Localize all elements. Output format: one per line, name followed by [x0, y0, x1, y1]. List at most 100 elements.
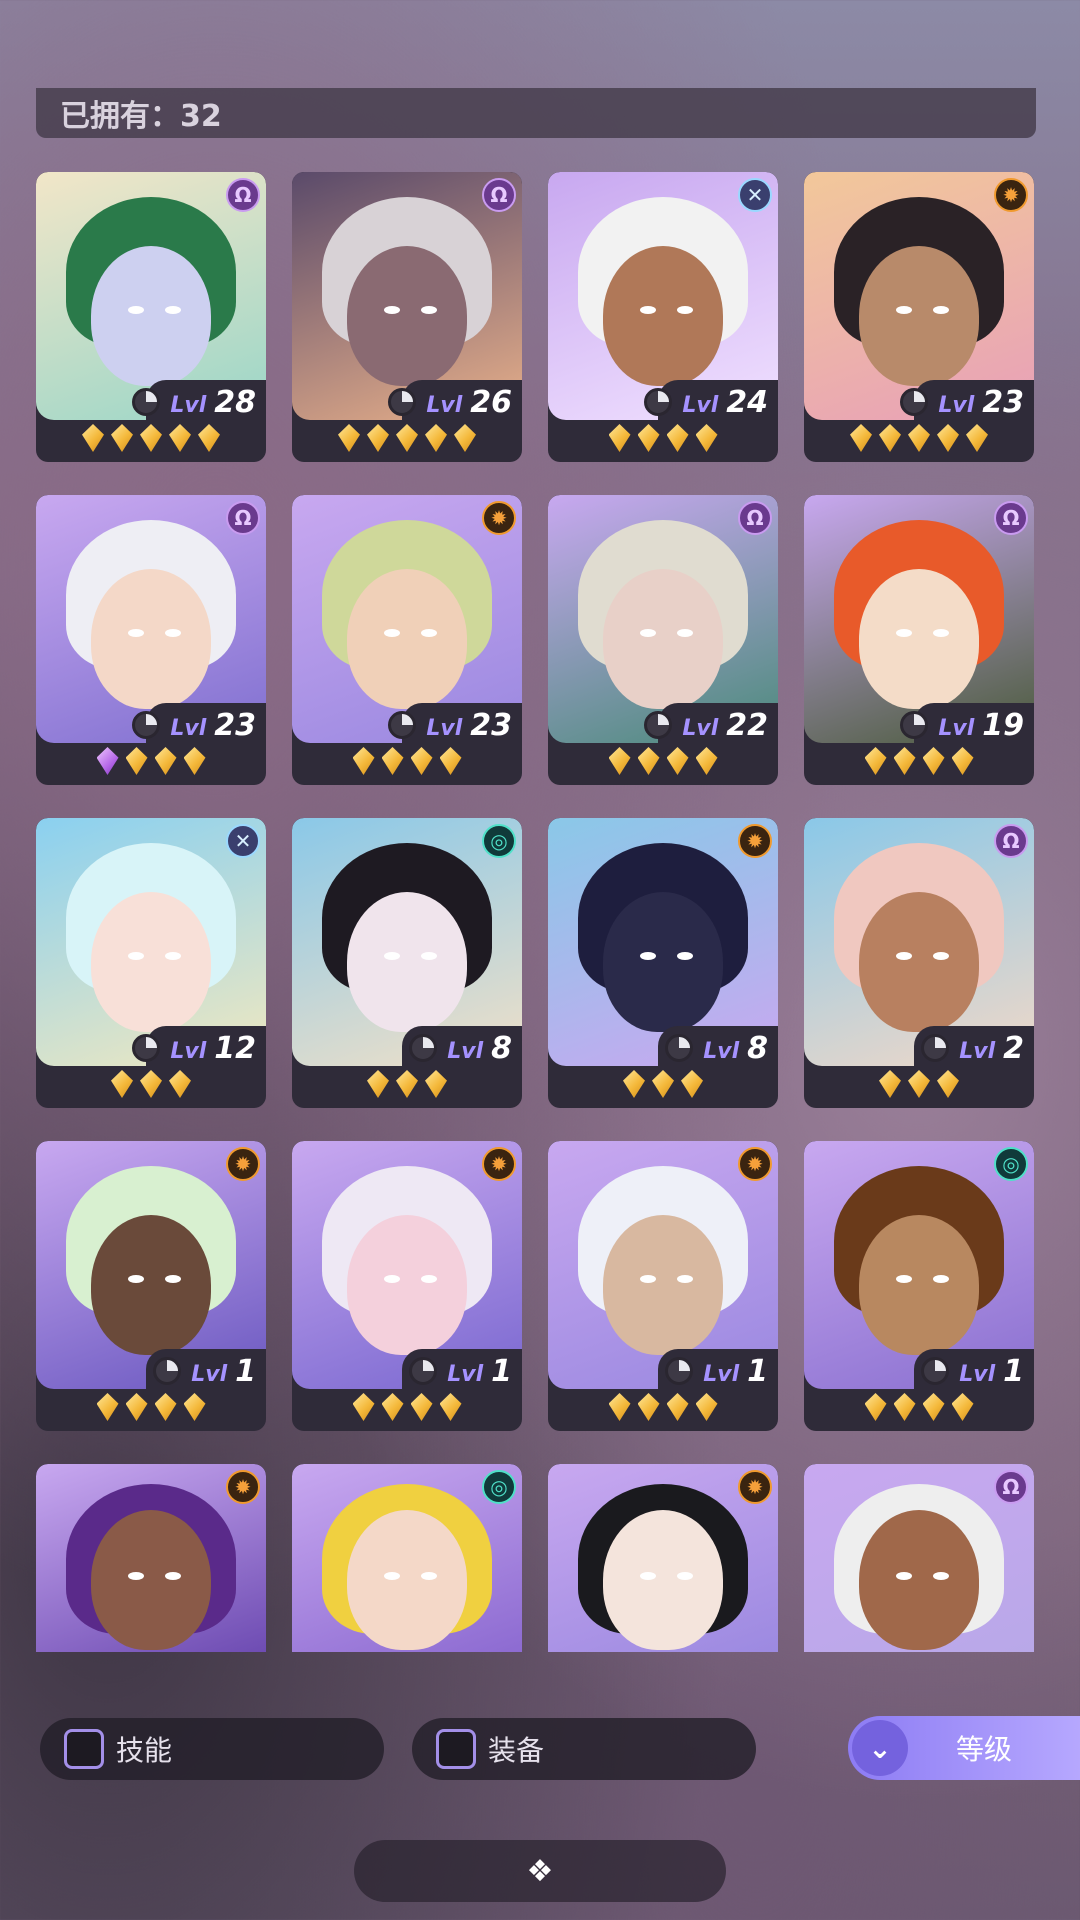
- star-gem-icon: [367, 1070, 389, 1098]
- hero-eye: [676, 951, 693, 960]
- star-gem-icon: [125, 1393, 148, 1421]
- hero-eye: [640, 628, 656, 637]
- hero-star-rating: [804, 1066, 1034, 1102]
- hero-card[interactable]: Ω Lvl 26: [292, 172, 522, 462]
- level-number: 8: [491, 1030, 512, 1066]
- level-row: Lvl 23: [36, 705, 266, 745]
- hero-card[interactable]: Ω Lvl 19: [804, 495, 1034, 785]
- skill-filter-toggle[interactable]: 技能: [40, 1718, 384, 1780]
- hero-card[interactable]: ✹ Lvl 1: [292, 1141, 522, 1431]
- hero-card[interactable]: ✹ Lvl 23: [292, 495, 522, 785]
- sort-label: 等级: [956, 1733, 1013, 1766]
- star-gem-icon: [666, 1393, 689, 1421]
- moon-arc-icon: Ω: [482, 178, 516, 212]
- star-gem-icon: [637, 424, 660, 452]
- star-gem-icon: [169, 1070, 191, 1098]
- star-gem-icon: [410, 747, 433, 775]
- hero-eye: [896, 1274, 912, 1283]
- star-gem-icon: [154, 1393, 177, 1421]
- hero-face: [347, 1214, 467, 1355]
- star-gem-icon: [439, 747, 462, 775]
- hero-level: Lvl 1: [959, 1354, 1024, 1389]
- level-number: 22: [726, 707, 768, 743]
- hero-card[interactable]: ✹: [36, 1464, 266, 1652]
- equipment-filter-toggle[interactable]: 装备: [412, 1718, 756, 1780]
- hero-card[interactable]: Ω: [804, 1464, 1034, 1652]
- level-prefix: Lvl: [426, 715, 463, 741]
- diamond-cluster-icon: ❖: [526, 1853, 554, 1889]
- skill-filter-label: 技能: [116, 1734, 173, 1767]
- hero-card[interactable]: ✹ Lvl 8: [548, 818, 778, 1108]
- sun-gear-icon: ✹: [738, 1147, 772, 1181]
- hero-face: [859, 568, 979, 709]
- moon-arc-icon: Ω: [994, 501, 1028, 535]
- hero-card[interactable]: Ω Lvl 22: [548, 495, 778, 785]
- cross-circle-icon: ✕: [738, 178, 772, 212]
- star-gem-icon: [367, 424, 389, 452]
- hero-card[interactable]: ✹: [548, 1464, 778, 1652]
- hero-card[interactable]: ✹ Lvl 1: [548, 1141, 778, 1431]
- star-gem-icon: [410, 1393, 433, 1421]
- star-gem-icon: [198, 424, 220, 452]
- level-row: Lvl 12: [36, 1028, 266, 1068]
- hero-level: Lvl 1: [191, 1354, 256, 1389]
- level-row: Lvl 24: [548, 382, 778, 422]
- hero-eye: [128, 1274, 144, 1283]
- level-prefix: Lvl: [959, 1361, 996, 1387]
- exp-progress-icon: [132, 711, 161, 739]
- hero-eye: [676, 628, 693, 637]
- hero-card[interactable]: ✕ Lvl 12: [36, 818, 266, 1108]
- level-number: 23: [214, 707, 256, 743]
- hero-eye: [164, 951, 181, 960]
- hero-face: [347, 245, 467, 386]
- owned-count-bar: 已拥有：32: [36, 88, 1036, 138]
- star-gem-icon: [864, 747, 887, 775]
- collapse-panel-button[interactable]: ❖: [354, 1840, 726, 1902]
- level-row: Lvl 23: [804, 382, 1034, 422]
- star-gem-icon: [169, 424, 191, 452]
- star-gem-icon: [951, 1393, 974, 1421]
- hero-eye: [640, 951, 656, 960]
- star-gem-icon: [908, 1070, 930, 1098]
- hero-card[interactable]: ◎ Lvl 8: [292, 818, 522, 1108]
- hero-card[interactable]: Ω Lvl 2: [804, 818, 1034, 1108]
- hero-face: [91, 245, 211, 386]
- hero-star-rating: [548, 1066, 778, 1102]
- checkbox-icon[interactable]: [64, 1729, 104, 1769]
- hero-face: [91, 891, 211, 1032]
- hero-star-rating: [804, 1389, 1034, 1425]
- hero-card[interactable]: Ω Lvl 23: [36, 495, 266, 785]
- hero-eye: [420, 951, 437, 960]
- star-gem-icon: [893, 747, 916, 775]
- hero-eye: [384, 628, 400, 637]
- star-gem-icon: [937, 424, 959, 452]
- level-prefix: Lvl: [170, 715, 207, 741]
- checkbox-icon[interactable]: [436, 1729, 476, 1769]
- hero-eye: [384, 951, 400, 960]
- hero-level: Lvl 23: [938, 385, 1024, 420]
- hero-card[interactable]: ✕ Lvl 24: [548, 172, 778, 462]
- star-gem-icon: [140, 424, 162, 452]
- hero-face: [603, 568, 723, 709]
- level-prefix: Lvl: [938, 715, 975, 741]
- level-row: Lvl 26: [292, 382, 522, 422]
- hero-card[interactable]: ◎: [292, 1464, 522, 1652]
- hero-card[interactable]: ◎ Lvl 1: [804, 1141, 1034, 1431]
- hero-level: Lvl 1: [703, 1354, 768, 1389]
- star-gem-icon: [637, 747, 660, 775]
- hero-face: [91, 1214, 211, 1355]
- hero-level: Lvl 8: [703, 1031, 768, 1066]
- hero-card[interactable]: Ω Lvl 28: [36, 172, 266, 462]
- hero-card[interactable]: ✹ Lvl 23: [804, 172, 1034, 462]
- swirl-icon: ◎: [482, 824, 516, 858]
- hero-portrait: Ω: [804, 1464, 1034, 1652]
- exp-progress-icon: [153, 1357, 182, 1385]
- star-gem-icon: [96, 1393, 119, 1421]
- hero-grid[interactable]: Ω Lvl 28 Ω Lvl 26 ✕ Lvl 24 ✹ Lvl 23 Ω Lvl 23 ✹ Lvl 23 Ω Lvl…: [36, 172, 1036, 1652]
- star-gem-icon: [140, 1070, 162, 1098]
- hero-card[interactable]: ✹ Lvl 1: [36, 1141, 266, 1431]
- hero-eye: [676, 1274, 693, 1283]
- sort-by-level-button[interactable]: ⌄ 等级: [848, 1716, 1080, 1780]
- star-gem-icon: [666, 747, 689, 775]
- star-gem-icon: [966, 424, 988, 452]
